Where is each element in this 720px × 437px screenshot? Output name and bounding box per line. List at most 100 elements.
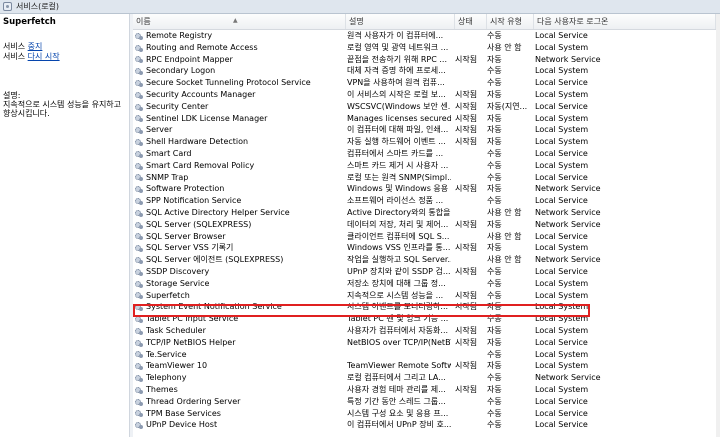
service-name: Te.Service (146, 349, 187, 359)
service-logon-cell: Local Service (535, 31, 588, 40)
table-row[interactable]: Te.Service 수동 Local System (133, 349, 720, 361)
table-row[interactable]: TPM Base Services 시스템 구성 요소 및 응용 프... 수동 Lo… (133, 408, 720, 420)
table-row[interactable]: SQL Active Directory Helper Service Activ… (133, 207, 720, 219)
table-row[interactable]: SQL Server 에이전트 (SQLEXPRESS) 작업을 실행하고 SQL… (133, 254, 720, 266)
column-header-logon-as[interactable]: 다음 사용자로 로그온 (534, 14, 716, 29)
table-row[interactable]: SNMP Trap 로컬 또는 원격 SNMP(Simpl... 수동 Local S… (133, 172, 720, 184)
table-row[interactable]: Remote Registry 원격 사용자가 이 컴퓨터에... 수동 Local … (133, 30, 720, 42)
table-row[interactable]: SSDP Discovery UPnP 장치와 같이 SSDP 검... 시작됨 수동… (133, 266, 720, 278)
table-row[interactable]: Smart Card Removal Policy 스마트 카드 제거 시 사용자… (133, 160, 720, 172)
column-header-status[interactable]: 상태 (455, 14, 487, 29)
service-startup-cell: 수동 (487, 278, 502, 288)
service-status-cell (455, 77, 487, 89)
service-name-cell: Te.Service (133, 349, 343, 361)
service-name: Themes (146, 384, 178, 394)
service-startup-cell: 수동 (487, 78, 502, 88)
service-name: TPM Base Services (146, 408, 221, 418)
service-status-cell (455, 30, 487, 42)
service-name-cell: Secondary Logon (133, 65, 343, 77)
table-row[interactable]: Storage Service 저장소 장치에 대해 그룹 정... 수동 Local… (133, 278, 720, 290)
service-name-cell: Software Protection (133, 183, 343, 195)
service-description-cell: NetBIOS over TCP/IP(NetBT)... (347, 337, 451, 347)
table-row[interactable]: System Event Notification Service 시스템 이벤트… (133, 301, 720, 313)
service-startup-cell: 자동 (487, 243, 502, 253)
column-header-name[interactable]: 이름 ▲ (133, 14, 346, 29)
column-header-startup-type[interactable]: 시작 유형 (487, 14, 534, 29)
services-icon (3, 2, 12, 11)
service-name-cell: Sentinel LDK License Manager (133, 113, 343, 125)
table-row[interactable]: Server 이 컴퓨터에 대해 파일, 인쇄... 시작됨 자동 Local Syst… (133, 124, 720, 136)
service-name-cell: Superfetch (133, 290, 343, 302)
service-startup-cell: 자동 (487, 337, 502, 347)
service-startup-cell: 자동 (487, 89, 502, 99)
table-row[interactable]: Shell Hardware Detection 자동 실행 하드웨어 이벤트 .… (133, 136, 720, 148)
table-row[interactable]: SQL Server Browser 클라이언트 컴퓨터에 SQL S... 사용 … (133, 231, 720, 243)
service-status-cell: 시작됨 (455, 89, 478, 99)
service-name: Task Scheduler (146, 325, 206, 335)
service-logon-cell: Local System (535, 160, 589, 170)
table-row[interactable]: RPC Endpoint Mapper 끝점을 전송하기 위해 RPC ... 시작… (133, 54, 720, 66)
service-status-cell: 시작됨 (455, 266, 478, 276)
service-logon-cell: Network Service (535, 207, 601, 217)
service-description-cell: 원격 사용자가 이 컴퓨터에... (347, 31, 444, 40)
service-description-cell: 로컬 또는 원격 SNMP(Simpl... (347, 172, 451, 182)
table-row[interactable]: Telephony 로컬 컴퓨터에서 그리고 LA... 수동 Network Ser… (133, 372, 720, 384)
service-description: 설명: 지속적으로 시스템 성능을 유지하고 향상시킵니다. (3, 91, 126, 118)
table-row[interactable]: SQL Server (SQLEXPRESS) 데이터의 저장, 처리 및 제어.… (133, 219, 720, 231)
restart-prefix: 서비스 (3, 52, 28, 61)
stop-service-link[interactable]: 중지 (28, 42, 43, 51)
table-row[interactable]: Superfetch 지속적으로 시스템 성능을 ... 시작됨 수동 Local Sy… (133, 290, 720, 302)
gear-icon (135, 138, 143, 147)
service-name: SSDP Discovery (146, 266, 210, 276)
restart-service-link[interactable]: 다시 시작 (28, 52, 60, 61)
service-status-cell (455, 408, 487, 420)
service-name: System Event Notification Service (146, 302, 282, 312)
service-name: Smart Card (146, 148, 192, 158)
service-startup-cell: 수동 (487, 172, 502, 182)
service-logon-cell: Local Service (535, 78, 588, 88)
table-row[interactable]: TCP/IP NetBIOS Helper NetBIOS over TCP/IP… (133, 337, 720, 349)
gear-icon (135, 55, 143, 64)
table-row[interactable]: Themes 사용자 경험 테마 관리를 제... 시작됨 자동 Local Syste… (133, 384, 720, 396)
service-name-cell: SSDP Discovery (133, 266, 343, 278)
table-row[interactable]: Task Scheduler 사용자가 컴퓨터에서 자동화... 시작됨 자동 Loca… (133, 325, 720, 337)
stop-prefix: 서비스 (3, 42, 28, 51)
service-status-cell: 시작됨 (455, 302, 478, 312)
gear-icon (135, 303, 143, 312)
table-row[interactable]: SPP Notification Service 소프트웨어 라이선스 정품 ..… (133, 195, 720, 207)
table-row[interactable]: Smart Card 컴퓨터에서 스마트 카드를 ... 수동 Local Servi… (133, 148, 720, 160)
table-row[interactable]: SQL Server VSS 기록기 Windows VSS 인프라를 통... 시… (133, 242, 720, 254)
service-startup-cell: 자동 (487, 54, 502, 64)
gear-icon (135, 315, 143, 324)
service-logon-cell: Local Service (535, 231, 588, 241)
table-row[interactable]: Software Protection Windows 및 Windows 응용 … (133, 183, 720, 195)
service-logon-cell: Local System (535, 89, 589, 99)
service-status-cell: 시작됨 (455, 337, 478, 347)
table-row[interactable]: Sentinel LDK License Manager Manages lice… (133, 113, 720, 125)
table-row[interactable]: TeamViewer 10 TeamViewer Remote Software 시… (133, 360, 720, 372)
table-row[interactable]: Security Center WSCSVC(Windows 보안 센... 시작됨… (133, 101, 720, 113)
gear-icon (135, 44, 143, 52)
table-row[interactable]: Routing and Remote Access 로컬 영역 및 광역 네트워크… (133, 42, 720, 54)
table-row[interactable]: Secure Socket Tunneling Protocol Service… (133, 77, 720, 89)
table-row[interactable]: Security Accounts Manager 이 서비스의 시작은 로컬 보… (133, 89, 720, 101)
service-description-cell: 이 컴퓨터에서 UPnP 장비 호... (347, 420, 451, 430)
service-logon-cell: Network Service (535, 184, 601, 194)
table-row[interactable]: Tablet PC Input Service Tablet PC 펜 및 잉크 … (133, 313, 720, 325)
service-description-cell: TeamViewer Remote Software (347, 361, 451, 371)
service-description-cell: 사용자가 컴퓨터에서 자동화... (347, 325, 449, 335)
column-header-description[interactable]: 설명 (346, 14, 455, 29)
sort-ascending-icon: ▲ (233, 17, 238, 24)
table-row[interactable]: Secondary Logon 대체 자격 증명 하에 프로세... 수동 Local… (133, 65, 720, 77)
table-row[interactable]: UPnP Device Host 이 컴퓨터에서 UPnP 장비 호... 수동 Lo… (133, 419, 720, 431)
gear-icon (135, 173, 143, 182)
service-logon-cell: Local Service (535, 172, 588, 182)
service-status-cell (455, 172, 487, 184)
service-logon-cell: Local System (535, 314, 589, 324)
service-description-cell: UPnP 장치와 같이 SSDP 검... (347, 266, 451, 276)
gear-icon (135, 374, 143, 382)
vertical-scrollbar[interactable] (716, 14, 720, 437)
service-startup-cell: 수동 (487, 420, 502, 430)
gear-icon (135, 350, 143, 359)
table-row[interactable]: Thread Ordering Server 특정 기간 동안 스레드 그룹...… (133, 396, 720, 408)
